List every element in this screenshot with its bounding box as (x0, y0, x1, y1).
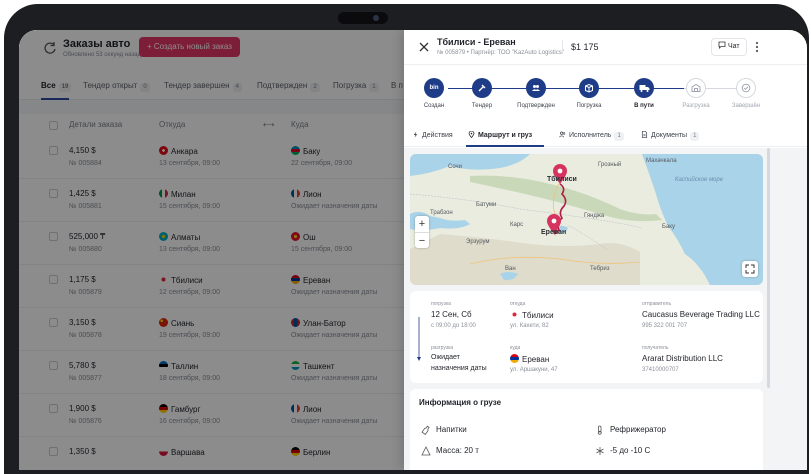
screen: Заказы авто Обновлено 53 секунд назад + … (19, 30, 807, 470)
receiver-caption: получатель (642, 345, 669, 351)
sender-phone: 995 322 001 707 (642, 323, 688, 329)
chat-button[interactable]: Чат (711, 38, 747, 56)
box-icon (579, 78, 599, 98)
to-caption: куда (510, 345, 521, 351)
route-title: Тбилиси - Ереван (437, 37, 516, 47)
to-city: Ереван (510, 354, 549, 364)
weight-icon (421, 446, 431, 456)
panel-content: Тбилиси Ереван Каспийское море Гянджа Ба… (404, 148, 807, 470)
close-icon[interactable] (418, 41, 430, 53)
zoom-in-button[interactable]: + (415, 216, 429, 232)
tab-executor[interactable]: Исполнитель 1 (559, 131, 624, 141)
map-label-trabzon: Трабзон (430, 210, 453, 216)
step-tender: Тендер (452, 78, 512, 109)
unloading-caption: разгрузка (431, 345, 454, 351)
chat-icon (718, 41, 726, 49)
device-frame: Заказы авто Обновлено 53 секунд назад + … (0, 0, 811, 474)
people-icon (559, 131, 566, 138)
sender-caption: отправитель (642, 301, 672, 307)
panel-tabs: Действия Маршрут и груз Исполнитель 1 Док… (404, 125, 807, 147)
document-icon (641, 131, 648, 138)
map-label-erzurum: Эрзурум (466, 239, 490, 245)
camera-icon (338, 12, 388, 24)
to-address: ул. Аршакуни, 47 (510, 367, 558, 373)
cargo-title: Информация о грузе (419, 398, 502, 407)
check-circle-icon (736, 78, 756, 98)
tab-documents[interactable]: Документы 1 (641, 131, 700, 141)
route-details-card: погрузка 12 Сен, Сб с 09:00 до 18:00 отк… (410, 291, 763, 383)
order-price: $1 175 (562, 40, 599, 54)
map-label-ganja: Гянджа (584, 213, 605, 219)
bin-logo-icon: bin (424, 78, 444, 98)
from-city: Тбилиси (510, 310, 554, 320)
cargo-temperature: -5 до -10 С (610, 446, 651, 455)
map-label-baku: Баку (662, 224, 675, 230)
map-label-yerevan: Ереван (541, 229, 567, 236)
map-canvas (410, 154, 763, 285)
warehouse-icon (686, 78, 706, 98)
timeline-icon (417, 317, 421, 361)
tab-actions[interactable]: Действия (412, 131, 453, 139)
panel-scrollbar[interactable] (767, 148, 770, 388)
map-label-grozny: Грозный (598, 162, 622, 168)
sender-name: Caucasus Beverage Trading LLC (642, 310, 760, 319)
receiver-name: Ararat Distribution LLC (642, 354, 723, 363)
step-confirmed: Подтвержден (506, 78, 566, 109)
bottle-icon (421, 425, 430, 435)
unloading-status: Ожидает назначения даты (431, 354, 487, 372)
tab-route-cargo[interactable]: Маршрут и груз (468, 131, 532, 139)
loading-time: с 09:00 до 18:00 (431, 323, 476, 329)
handshake-icon (526, 78, 546, 98)
cargo-type: Напитки (436, 425, 467, 434)
vehicle-type: Рефрижератор (610, 425, 666, 434)
zoom-controls: + − (415, 216, 429, 248)
more-options-icon[interactable] (754, 40, 760, 54)
zoom-out-button[interactable]: − (415, 232, 429, 248)
map-label-makhachkala: Махачкала (646, 158, 677, 164)
step-in-transit: В пути (614, 78, 674, 109)
status-stepper: bin Создан Тендер Подтвержден Погрузка В… (404, 72, 807, 122)
gavel-icon (472, 78, 492, 98)
receiver-phone: 37410000707 (642, 367, 679, 373)
map-label-van: Ван (505, 266, 516, 272)
step-loading: Погрузка (559, 78, 619, 109)
fullscreen-button[interactable] (742, 261, 758, 277)
georgia-flag-icon (510, 310, 519, 319)
map-label-kars: Карс (510, 222, 524, 228)
route-map[interactable]: Тбилиси Ереван Каспийское море Гянджа Ба… (410, 154, 763, 285)
header-divider (404, 64, 807, 65)
armenia-flag-icon (510, 354, 519, 363)
map-label-caspian: Каспийское море (674, 177, 724, 183)
loading-date: 12 Сен, Сб (431, 310, 472, 319)
cargo-mass: Масса: 20 т (436, 446, 479, 455)
map-label-sochi: Сочи (448, 164, 463, 170)
map-label-tbilisi: Тбилиси (547, 176, 577, 183)
from-address: ул. Кахети, 82 (510, 323, 549, 329)
active-panel-tab-indicator (466, 145, 544, 147)
step-completed: Завершён (716, 78, 776, 109)
map-label-tabriz: Тебриз (590, 266, 610, 272)
from-caption: откуда (510, 301, 526, 307)
snowflake-icon (596, 447, 604, 455)
order-partner: № 005879 • Партнёр: ТОО "KazAuto Logisti… (437, 50, 564, 56)
pin-icon (468, 131, 475, 138)
thermometer-icon (597, 425, 602, 435)
loading-caption: погрузка (431, 301, 451, 307)
lightning-icon (413, 131, 418, 138)
fullscreen-icon (745, 264, 755, 274)
cargo-info-card: Информация о грузе Напитки Рефрижератор … (410, 389, 763, 470)
map-label-batumi: Батуми (476, 202, 497, 208)
truck-icon (634, 78, 654, 98)
order-detail-panel: Тбилиси - Ереван № 005879 • Партнёр: ТОО… (404, 30, 807, 470)
